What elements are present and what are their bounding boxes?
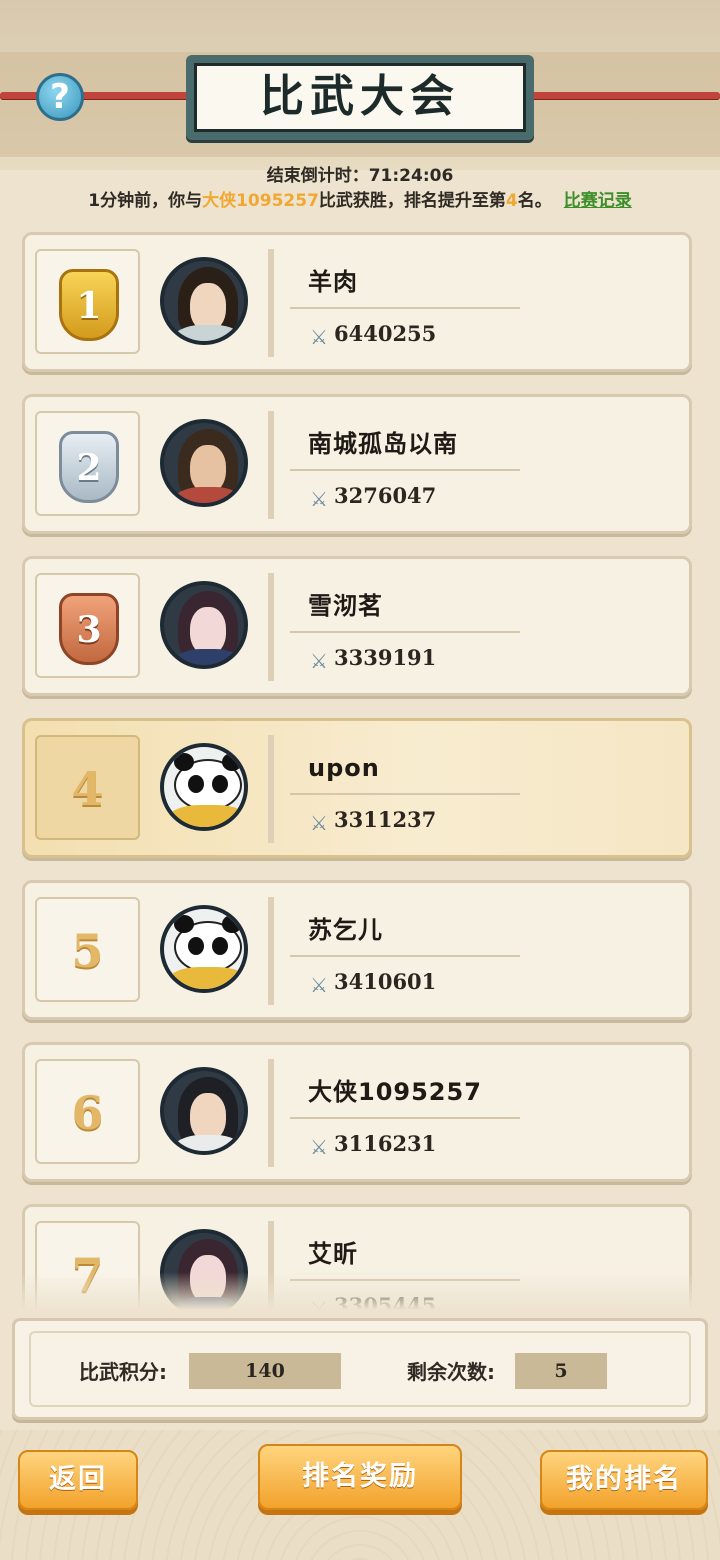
avatar[interactable]	[160, 743, 248, 831]
ranking-list[interactable]: 1 羊肉 ⚔6440255 比武 2 南城孤岛以南 ⚔3276047 比武 3	[22, 232, 692, 1310]
score-value: 140	[189, 1353, 341, 1389]
player-power: ⚔ 3339191	[308, 645, 436, 672]
rank-box: 5	[35, 897, 140, 1002]
player-card: 6 大侠1095257 ⚔3116231 比武	[22, 1042, 692, 1182]
player-name: 羊肉	[308, 268, 358, 296]
crossed-swords-icon: ⚔	[310, 811, 328, 835]
player-name: 艾昕	[308, 1240, 358, 1268]
divider	[290, 955, 520, 957]
player-name: 苏乞儿	[308, 916, 383, 944]
player-card: 3 雪沏茗 ⚔3339191 比武	[22, 556, 692, 696]
avatar[interactable]	[160, 257, 248, 345]
power-value: 6440255	[334, 321, 437, 346]
power-value: 3339191	[334, 645, 437, 670]
avatar[interactable]	[160, 419, 248, 507]
rank-box: 4	[35, 735, 140, 840]
player-card-self: 4 upon ⚔ 3311237	[22, 718, 692, 858]
remaining-value: 5	[515, 1353, 607, 1389]
power-value: 3410601	[334, 969, 437, 994]
player-info: 大侠1095257 ⚔3116231 比武	[268, 1059, 678, 1167]
crossed-swords-icon: ⚔	[310, 649, 328, 673]
help-icon[interactable]: ?	[36, 73, 84, 121]
player-card: 1 羊肉 ⚔6440255 比武	[22, 232, 692, 372]
crossed-swords-icon: ⚔	[310, 1135, 328, 1159]
battle-notice: 1分钟前，你与大侠1095257比武获胜，排名提升至第4名。 比赛记录	[0, 190, 720, 212]
power-value: 3311237	[334, 807, 437, 832]
player-info: upon ⚔ 3311237	[268, 735, 678, 843]
player-power: ⚔ 3276047	[308, 483, 436, 510]
my-rank-button[interactable]: 我的排名	[540, 1450, 708, 1510]
player-power: ⚔ 3410601	[308, 969, 436, 996]
player-info: 苏乞儿 ⚔3410601 比武	[268, 897, 678, 1005]
rank-number: 6	[71, 1086, 104, 1140]
player-info: 南城孤岛以南 ⚔3276047 比武	[268, 411, 678, 519]
rope-decoration-left	[0, 92, 200, 99]
back-button[interactable]: 返回	[18, 1450, 138, 1510]
title-plate: 比武大会	[186, 55, 534, 140]
power-value: 3116231	[334, 1131, 437, 1156]
player-power: ⚔ 3311237	[308, 807, 436, 834]
divider	[290, 469, 520, 471]
crossed-swords-icon: ⚔	[310, 325, 328, 349]
avatar[interactable]	[160, 905, 248, 993]
notice-opponent: 大侠1095257	[202, 191, 319, 211]
divider	[290, 1117, 520, 1119]
divider	[290, 793, 520, 795]
rank-box: 6	[35, 1059, 140, 1164]
avatar[interactable]	[160, 1067, 248, 1155]
rank-number: 4	[71, 762, 104, 816]
silver-medal-icon: 2	[59, 431, 119, 503]
match-record-link[interactable]: 比赛记录	[564, 191, 632, 211]
bronze-medal-icon: 3	[59, 593, 119, 665]
rank-box: 1	[35, 249, 140, 354]
player-name: 南城孤岛以南	[308, 430, 458, 458]
player-name: upon	[308, 754, 380, 782]
player-card: 5 苏乞儿 ⚔3410601 比武	[22, 880, 692, 1020]
crossed-swords-icon: ⚔	[310, 973, 328, 997]
rank-box: 2	[35, 411, 140, 516]
power-value: 3276047	[334, 483, 437, 508]
notice-middle: 比武获胜，排名提升至第	[318, 191, 506, 211]
rank-number: 5	[71, 924, 104, 978]
player-power: ⚔ 3116231	[308, 1131, 436, 1158]
rank-box: 3	[35, 573, 140, 678]
rank-rewards-button[interactable]: 排名奖励	[258, 1444, 462, 1510]
page-title: 比武大会	[194, 63, 526, 132]
score-label: 比武积分:	[79, 1360, 167, 1384]
notice-prefix: 1分钟前，你与	[88, 191, 203, 211]
player-name: 雪沏茗	[308, 592, 383, 620]
remaining-label: 剩余次数:	[407, 1360, 495, 1384]
gold-medal-icon: 1	[59, 269, 119, 341]
player-power: ⚔ 6440255	[308, 321, 436, 348]
crossed-swords-icon: ⚔	[310, 487, 328, 511]
divider	[290, 307, 520, 309]
rope-decoration-right	[520, 92, 720, 99]
player-info: 雪沏茗 ⚔3339191 比武	[268, 573, 678, 681]
avatar[interactable]	[160, 581, 248, 669]
score-panel: 比武积分: 140 剩余次数: 5	[12, 1318, 708, 1420]
list-fade	[22, 1272, 692, 1310]
divider	[290, 631, 520, 633]
notice-suffix: 名。	[517, 191, 552, 211]
score-panel-inner: 比武积分: 140 剩余次数: 5	[29, 1331, 691, 1407]
player-name: 大侠1095257	[308, 1078, 482, 1106]
player-card: 2 南城孤岛以南 ⚔3276047 比武	[22, 394, 692, 534]
notice-rank: 4	[505, 191, 518, 211]
countdown-text: 结束倒计时：71:24:06	[266, 166, 454, 186]
player-info: 羊肉 ⚔6440255 比武	[268, 249, 678, 357]
